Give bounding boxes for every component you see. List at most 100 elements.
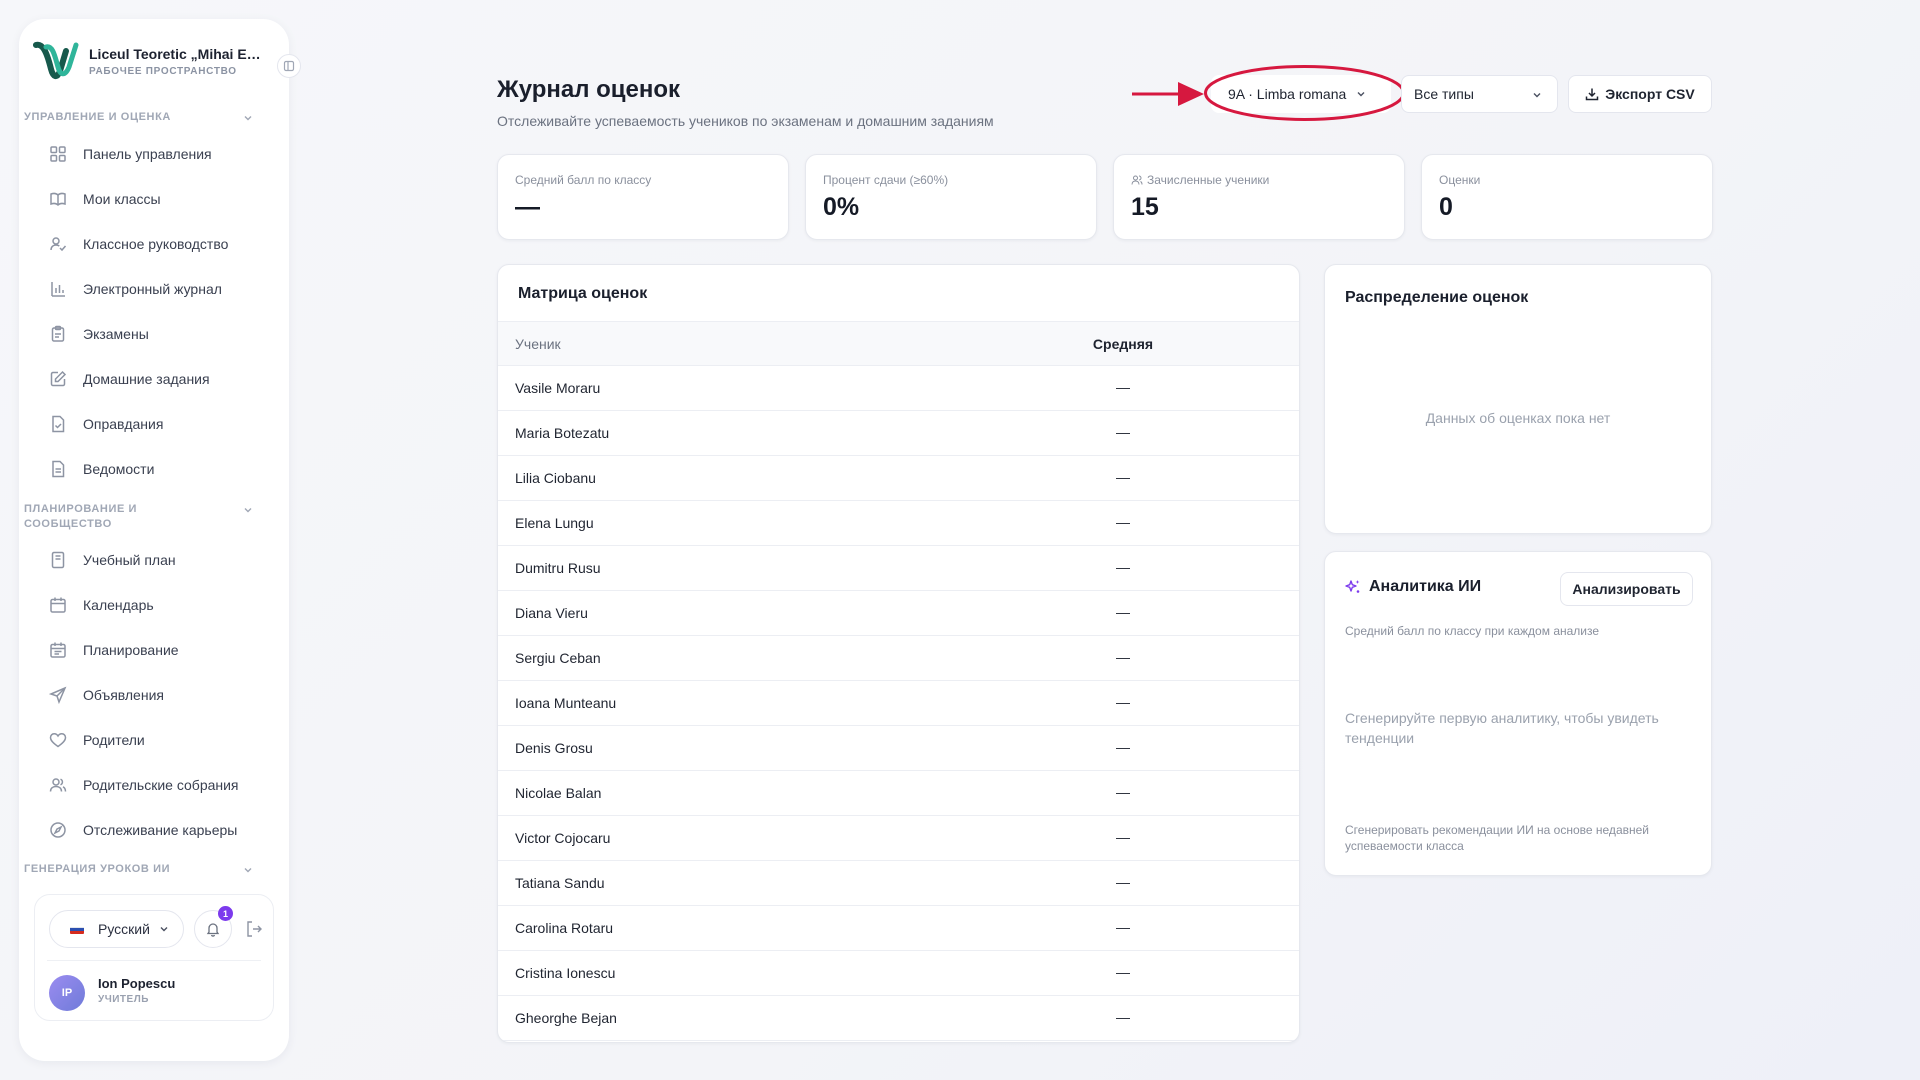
stat-value: 0: [1439, 193, 1453, 221]
table-row[interactable]: Cristina Ionescu —: [498, 951, 1299, 996]
student-name: Victor Cojocaru: [515, 830, 611, 846]
avatar[interactable]: IP: [49, 975, 85, 1011]
sidebar-item-excuses[interactable]: Оправдания: [28, 407, 258, 441]
sidebar-item-calendar[interactable]: Календарь: [28, 588, 258, 622]
student-name: Carolina Rotaru: [515, 920, 614, 936]
grade-distribution-card: Распределение оценок Данных об оценках п…: [1324, 264, 1712, 534]
section-planning[interactable]: ПЛАНИРОВАНИЕ И СООБЩЕСТВО: [24, 502, 254, 532]
table-row[interactable]: Maria Botezatu —: [498, 411, 1299, 456]
sidebar-item-reports[interactable]: Ведомости: [28, 452, 258, 486]
sidebar-item-curriculum[interactable]: Учебный план: [28, 543, 258, 577]
table-row[interactable]: Diana Vieru —: [498, 591, 1299, 636]
brand[interactable]: Liceul Teoretic „Mihai Emi... РАБОЧЕЕ ПР…: [33, 38, 273, 84]
student-average: —: [1116, 379, 1130, 395]
table-row[interactable]: Vasile Moraru —: [498, 366, 1299, 411]
student-average: —: [1116, 739, 1130, 755]
stat-label: Средний балл по классу: [515, 173, 652, 187]
language-label: Русский: [98, 921, 150, 937]
student-name: Denis Grosu: [515, 740, 593, 756]
ai-analytics-subtitle: Средний балл по классу при каждом анализ…: [1345, 624, 1600, 638]
stat-value: 15: [1131, 193, 1159, 221]
page-title: Журнал оценок: [497, 76, 681, 103]
sidebar-item-my-classes[interactable]: Мои классы: [28, 182, 258, 216]
panel-collapse-icon: [283, 60, 295, 72]
table-row[interactable]: Denis Grosu —: [498, 726, 1299, 771]
calendar-icon: [50, 597, 66, 613]
language-select[interactable]: Русский: [49, 910, 184, 948]
student-average: —: [1116, 559, 1130, 575]
sidebar-item-dashboard[interactable]: Панель управления: [28, 137, 258, 171]
sidebar-item-e-journal[interactable]: Электронный журнал: [28, 272, 258, 306]
notifications-button[interactable]: 1: [194, 906, 233, 948]
student-name: Lilia Ciobanu: [515, 470, 596, 486]
stat-label: Процент сдачи (≥60%): [823, 173, 949, 187]
chevron-down-icon: [244, 868, 252, 873]
workspace-label: РАБОЧЕЕ ПРОСТРАНСТВО: [89, 65, 237, 77]
sidebar-item-label: Экзамены: [83, 326, 149, 342]
export-csv-button[interactable]: Экспорт CSV: [1568, 75, 1712, 113]
clipboard-icon: [51, 325, 65, 342]
sidebar-item-label: Классное руководство: [83, 236, 229, 252]
table-row[interactable]: Victor Cojocaru —: [498, 816, 1299, 861]
chevron-down-icon: [244, 508, 252, 513]
school-logo-icon: [33, 41, 79, 79]
file-check-icon: [52, 415, 65, 433]
student-name: Nicolae Balan: [515, 785, 602, 801]
sidebar-item-homework[interactable]: Домашние задания: [28, 362, 258, 396]
sidebar-item-exams[interactable]: Экзамены: [28, 317, 258, 351]
stat-value: —: [515, 193, 540, 221]
users-icon: [49, 778, 67, 792]
table-row[interactable]: Carolina Rotaru —: [498, 906, 1299, 951]
send-icon: [49, 686, 67, 704]
sidebar-item-planning[interactable]: Планирование: [28, 633, 258, 667]
annotation-arrow-icon: [1132, 82, 1204, 106]
column-header-student[interactable]: Ученик: [515, 336, 561, 352]
table-row[interactable]: Nicolae Balan —: [498, 771, 1299, 816]
chevron-down-icon: [244, 116, 252, 121]
book-icon: [50, 192, 66, 207]
sidebar-item-parents[interactable]: Родители: [28, 723, 258, 757]
ai-analytics-title: Аналитика ИИ: [1369, 578, 1482, 595]
bell-icon: [206, 923, 220, 937]
table-row[interactable]: Gheorghe Bejan —: [498, 996, 1299, 1041]
table-row[interactable]: Tatiana Sandu —: [498, 861, 1299, 906]
student-name: Vasile Moraru: [515, 380, 601, 396]
empty-state-text: Данных об оценках пока нет: [1425, 410, 1611, 426]
student-average: —: [1116, 604, 1130, 620]
user-name: Ion Popescu: [98, 976, 176, 991]
sidebar-collapse-button[interactable]: [277, 54, 301, 78]
notebook-icon: [51, 551, 65, 569]
logout-icon[interactable]: [244, 919, 264, 939]
table-row[interactable]: Sergiu Ceban —: [498, 636, 1299, 681]
table-header: Ученик Средняя: [498, 321, 1299, 366]
section-ai-lessons[interactable]: ГЕНЕРАЦИЯ УРОКОВ ИИ: [24, 862, 254, 877]
student-average: —: [1116, 514, 1130, 530]
sidebar-item-career-tracking[interactable]: Отслеживание карьеры: [28, 813, 258, 847]
analyze-button[interactable]: Анализировать: [1560, 572, 1693, 606]
assessment-type-value: Все типы: [1414, 86, 1474, 102]
compass-icon: [50, 822, 66, 838]
sidebar-item-label: Оправдания: [83, 416, 164, 432]
ai-analytics-card: Аналитика ИИ Анализировать Средний балл …: [1324, 551, 1712, 876]
student-name: Cristina Ionescu: [515, 965, 616, 981]
section-management[interactable]: УПРАВЛЕНИЕ И ОЦЕНКА: [24, 110, 254, 125]
table-row[interactable]: Elena Lungu —: [498, 501, 1299, 546]
sidebar-item-label: Электронный журнал: [83, 281, 222, 297]
sidebar-item-label: Панель управления: [83, 146, 212, 162]
table-row[interactable]: Dumitru Rusu —: [498, 546, 1299, 591]
column-header-average[interactable]: Средняя: [1078, 336, 1168, 352]
assessment-type-select[interactable]: Все типы: [1401, 75, 1558, 113]
table-row[interactable]: Ioana Munteanu —: [498, 681, 1299, 726]
student-name: Dumitru Rusu: [515, 560, 601, 576]
sidebar-item-label: Родительские собрания: [83, 777, 239, 793]
sidebar-item-homeroom[interactable]: Классное руководство: [28, 227, 258, 261]
table-row[interactable]: Lilia Ciobanu —: [498, 456, 1299, 501]
student-average: —: [1116, 874, 1130, 890]
export-csv-label: Экспорт CSV: [1605, 86, 1695, 102]
sidebar-item-parent-meetings[interactable]: Родительские собрания: [28, 768, 258, 802]
empty-state-text: Сгенерируйте первую аналитику, чтобы уви…: [1345, 710, 1659, 746]
sidebar-item-announcements[interactable]: Объявления: [28, 678, 258, 712]
file-text-icon: [52, 460, 65, 478]
sidebar-item-label: Учебный план: [83, 552, 176, 568]
grade-matrix-title: Матрица оценок: [518, 285, 648, 302]
